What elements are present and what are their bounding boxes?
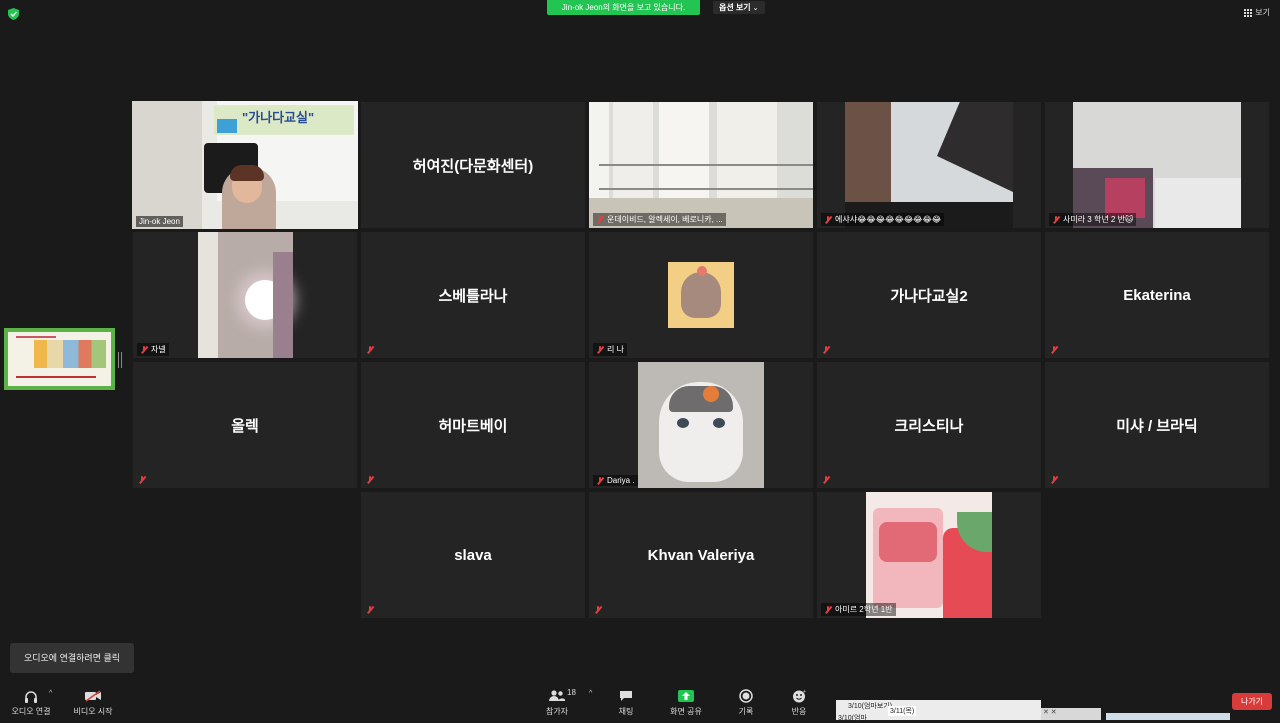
mic-muted-icon xyxy=(822,476,830,484)
participant-label: 운데이비드, 알렉세이, 베로니카, ... xyxy=(593,213,726,226)
video-tile[interactable]: 미샤 / 브라딕 xyxy=(1045,362,1269,488)
mic-muted-icon xyxy=(366,476,374,484)
video-tile[interactable]: 운데이비드, 알렉세이, 베로니카, ... xyxy=(589,102,813,228)
participant-name: 가나다교실2 xyxy=(890,287,968,305)
participant-name: 스베틀라나 xyxy=(438,287,508,305)
participant-name: Khvan Valeriya xyxy=(647,546,755,564)
participant-name: 크리스티나 xyxy=(894,417,964,435)
participant-label: Jin-ok Jeon xyxy=(136,216,183,227)
participants-count-badge: 18 xyxy=(567,688,576,697)
mic-muted-icon xyxy=(824,605,832,614)
audio-options-caret-icon[interactable]: ^ xyxy=(49,690,52,697)
video-tile[interactable]: 아미르 2학년 1반 xyxy=(817,492,1041,618)
video-tile[interactable]: 가나다교실2 xyxy=(817,232,1041,358)
view-options-button[interactable]: 옵션 보기 ⌄ xyxy=(713,1,765,14)
participant-label: 아미르 2학년 1반 xyxy=(821,603,896,616)
mic-muted-icon xyxy=(366,606,374,614)
video-tile[interactable]: Khvan Valeriya xyxy=(589,492,813,618)
video-tile[interactable]: 올렉 xyxy=(133,362,357,488)
participant-name: 올렉 xyxy=(231,417,259,435)
mic-muted-icon xyxy=(594,606,602,614)
view-options-label: 옵션 보기 xyxy=(719,3,751,12)
join-audio-button[interactable]: 오디오 연결 xyxy=(8,688,54,717)
participants-icon xyxy=(549,690,565,701)
video-tile-active-speaker[interactable]: "가나다교실" Jin-ok Jeon xyxy=(132,101,358,229)
view-button[interactable]: 보기 xyxy=(1244,7,1270,18)
mic-muted-icon xyxy=(138,476,146,484)
mic-muted-icon xyxy=(596,476,604,485)
video-tile[interactable]: 에샤샤😂😂😂😂😂😂😂😂😂 xyxy=(817,102,1041,228)
notification-popup-strip xyxy=(1106,713,1230,720)
security-shield-icon[interactable] xyxy=(8,8,19,20)
mic-muted-icon xyxy=(1050,476,1058,484)
start-video-button[interactable]: 비디오 시작 xyxy=(70,688,116,717)
close-icon[interactable]: ✕ ✕ xyxy=(1043,708,1057,716)
video-tile[interactable]: 크리스티나 xyxy=(817,362,1041,488)
share-screen-icon xyxy=(678,690,694,702)
share-screen-button[interactable]: 화면 공유 xyxy=(664,688,708,717)
video-off-icon xyxy=(85,690,101,702)
record-button[interactable]: 기록 xyxy=(732,688,760,717)
grid-view-icon xyxy=(1244,8,1253,17)
video-tile[interactable]: Dariya . xyxy=(589,362,813,488)
video-tile[interactable]: 스베틀라나 xyxy=(361,232,585,358)
audio-connect-tooltip[interactable]: 오디오에 연결하려면 클릭 xyxy=(10,643,134,673)
participant-label: 자넬 xyxy=(137,343,169,356)
screen-share-banner: Jin-ok Jeon의 화면을 보고 있습니다. xyxy=(547,0,700,15)
video-tile[interactable]: Ekaterina xyxy=(1045,232,1269,358)
mic-muted-icon xyxy=(822,346,830,354)
participant-label: 에샤샤😂😂😂😂😂😂😂😂😂 xyxy=(821,213,945,226)
participant-label: 리 나 xyxy=(593,343,627,356)
video-tile[interactable]: 자넬 xyxy=(133,232,357,358)
participant-name: 허여진(다문화센터) xyxy=(412,157,534,175)
svg-text:+: + xyxy=(803,689,806,695)
headphones-icon xyxy=(25,690,37,703)
chat-button[interactable]: 채팅 xyxy=(612,688,640,717)
notification-popup[interactable]: ✕ ✕ xyxy=(1041,708,1101,720)
record-icon xyxy=(739,689,753,703)
participants-options-caret-icon[interactable]: ^ xyxy=(589,690,592,697)
participant-name: slava xyxy=(454,546,492,564)
mic-muted-icon xyxy=(596,345,604,354)
mic-muted-icon xyxy=(366,346,374,354)
reaction-smiley-icon: + xyxy=(792,689,806,703)
leave-meeting-button[interactable]: 나가기 xyxy=(1232,693,1272,710)
video-tile[interactable]: 허마트베이 xyxy=(361,362,585,488)
mic-muted-icon xyxy=(596,215,604,224)
calendar-notification-popup[interactable]: 3/10(엄마보기) 3/11(목) 3/10(엄마 xyxy=(836,700,1041,722)
mic-muted-icon xyxy=(140,345,148,354)
mic-muted-icon xyxy=(1050,346,1058,354)
mic-muted-icon xyxy=(1052,215,1060,224)
participant-name: Ekaterina xyxy=(1123,286,1191,304)
classroom-sign: "가나다교실" xyxy=(242,110,315,125)
video-tile[interactable]: 허여진(다문화센터) xyxy=(361,102,585,228)
participant-name: 허마트베이 xyxy=(438,417,508,435)
reactions-button[interactable]: + 반응 xyxy=(785,688,813,717)
chat-icon xyxy=(620,691,632,701)
participant-label: 사미라 3 학년 2 반🐱 xyxy=(1049,213,1137,226)
view-label: 보기 xyxy=(1255,8,1270,17)
panel-resize-handle[interactable] xyxy=(118,352,122,368)
chevron-down-icon: ⌄ xyxy=(752,5,759,12)
video-tile[interactable]: 리 나 xyxy=(589,232,813,358)
video-tile[interactable]: slava xyxy=(361,492,585,618)
mic-muted-icon xyxy=(824,215,832,224)
video-tile[interactable]: 사미라 3 학년 2 반🐱 xyxy=(1045,102,1269,228)
participant-name: 미샤 / 브라딕 xyxy=(1116,417,1198,435)
participant-label: Dariya . xyxy=(593,475,638,486)
shared-screen-thumbnail[interactable] xyxy=(4,328,115,390)
